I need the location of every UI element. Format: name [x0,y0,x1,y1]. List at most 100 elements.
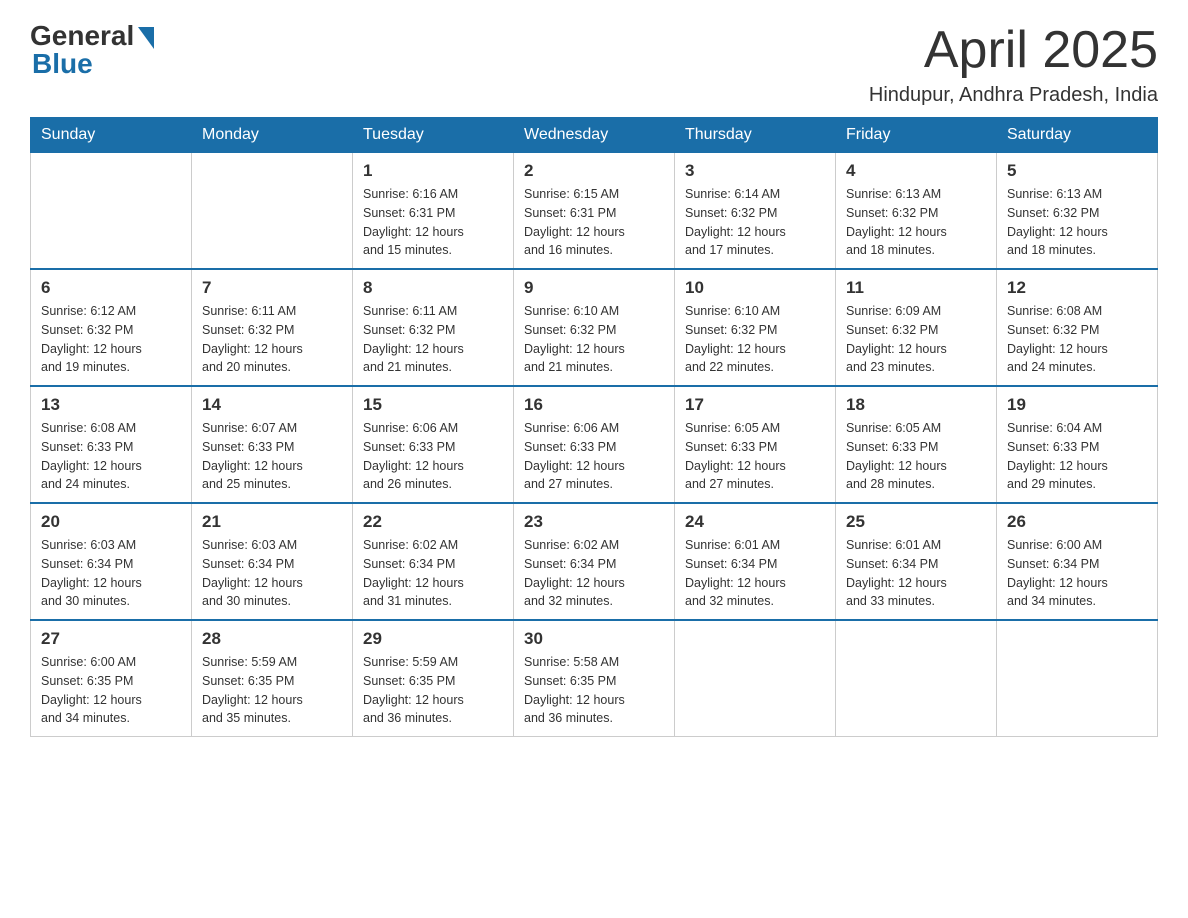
day-number: 7 [202,278,342,298]
day-number: 2 [524,161,664,181]
table-row: 28Sunrise: 5:59 AM Sunset: 6:35 PM Dayli… [192,620,353,737]
day-number: 4 [846,161,986,181]
calendar-week-row: 13 Sunrise: 6:08 AM Sunset: 6:33 PM Dayli… [31,386,1158,503]
table-row: 16 Sunrise: 6:06 AM Sunset: 6:33 PM Dayli… [514,386,675,503]
col-sunday: Sunday [31,118,192,153]
day-info: Sunrise: 6:12 AM Sunset: 6:32 PM Dayligh… [41,302,181,377]
day-number: 1 [363,161,503,181]
table-row: 3 Sunrise: 6:14 AM Sunset: 6:32 PM Daylig… [675,153,836,270]
table-row [31,153,192,270]
table-row: 21Sunrise: 6:03 AM Sunset: 6:34 PM Dayli… [192,503,353,620]
table-row: 19 Sunrise: 6:04 AM Sunset: 6:33 PM Dayli… [997,386,1158,503]
table-row: 30Sunrise: 5:58 AM Sunset: 6:35 PM Dayli… [514,620,675,737]
day-info: Sunrise: 6:04 AM Sunset: 6:33 PM Dayligh… [1007,419,1147,494]
day-info: Sunrise: 5:59 AM Sunset: 6:35 PM Dayligh… [363,653,503,728]
table-row: 2 Sunrise: 6:15 AM Sunset: 6:31 PM Daylig… [514,153,675,270]
month-year-title: April 2025 [869,20,1158,80]
title-section: April 2025 Hindupur, Andhra Pradesh, Ind… [869,20,1158,107]
day-info: Sunrise: 6:05 AM Sunset: 6:33 PM Dayligh… [846,419,986,494]
day-info: Sunrise: 6:10 AM Sunset: 6:32 PM Dayligh… [524,302,664,377]
day-number: 28 [202,629,342,649]
table-row: 22 Sunrise: 6:02 AM Sunset: 6:34 PM Dayli… [353,503,514,620]
day-number: 19 [1007,395,1147,415]
table-row: 15 Sunrise: 6:06 AM Sunset: 6:33 PM Dayli… [353,386,514,503]
table-row: 10 Sunrise: 6:10 AM Sunset: 6:32 PM Dayli… [675,269,836,386]
day-number: 24 [685,512,825,532]
calendar-header-row: Sunday Monday Tuesday Wednesday Thursday… [31,118,1158,153]
day-info: Sunrise: 6:03 AM Sunset: 6:34 PM Dayligh… [202,536,342,611]
day-number: 8 [363,278,503,298]
table-row: 26 Sunrise: 6:00 AM Sunset: 6:34 PM Dayli… [997,503,1158,620]
table-row: 20 Sunrise: 6:03 AM Sunset: 6:34 PM Dayli… [31,503,192,620]
calendar-table: Sunday Monday Tuesday Wednesday Thursday… [30,117,1158,737]
location-title: Hindupur, Andhra Pradesh, India [869,84,1158,107]
day-info: Sunrise: 6:06 AM Sunset: 6:33 PM Dayligh… [524,419,664,494]
day-info: Sunrise: 6:16 AM Sunset: 6:31 PM Dayligh… [363,185,503,260]
day-number: 29 [363,629,503,649]
day-info: Sunrise: 6:08 AM Sunset: 6:32 PM Dayligh… [1007,302,1147,377]
calendar-week-row: 27 Sunrise: 6:00 AM Sunset: 6:35 PM Dayli… [31,620,1158,737]
day-info: Sunrise: 6:06 AM Sunset: 6:33 PM Dayligh… [363,419,503,494]
day-info: Sunrise: 6:05 AM Sunset: 6:33 PM Dayligh… [685,419,825,494]
col-thursday: Thursday [675,118,836,153]
col-wednesday: Wednesday [514,118,675,153]
day-number: 16 [524,395,664,415]
logo: General Blue [30,20,154,80]
table-row: 14Sunrise: 6:07 AM Sunset: 6:33 PM Dayli… [192,386,353,503]
day-info: Sunrise: 6:07 AM Sunset: 6:33 PM Dayligh… [202,419,342,494]
day-info: Sunrise: 6:10 AM Sunset: 6:32 PM Dayligh… [685,302,825,377]
day-number: 23 [524,512,664,532]
day-info: Sunrise: 6:09 AM Sunset: 6:32 PM Dayligh… [846,302,986,377]
day-info: Sunrise: 6:08 AM Sunset: 6:33 PM Dayligh… [41,419,181,494]
day-info: Sunrise: 6:00 AM Sunset: 6:34 PM Dayligh… [1007,536,1147,611]
day-info: Sunrise: 6:02 AM Sunset: 6:34 PM Dayligh… [363,536,503,611]
day-info: Sunrise: 6:03 AM Sunset: 6:34 PM Dayligh… [41,536,181,611]
day-info: Sunrise: 6:14 AM Sunset: 6:32 PM Dayligh… [685,185,825,260]
day-number: 26 [1007,512,1147,532]
table-row: 4Sunrise: 6:13 AM Sunset: 6:32 PM Daylig… [836,153,997,270]
table-row: 13 Sunrise: 6:08 AM Sunset: 6:33 PM Dayli… [31,386,192,503]
calendar-week-row: 6Sunrise: 6:12 AM Sunset: 6:32 PM Daylig… [31,269,1158,386]
day-number: 5 [1007,161,1147,181]
day-number: 15 [363,395,503,415]
table-row: 7Sunrise: 6:11 AM Sunset: 6:32 PM Daylig… [192,269,353,386]
calendar-week-row: 20 Sunrise: 6:03 AM Sunset: 6:34 PM Dayli… [31,503,1158,620]
table-row: 5Sunrise: 6:13 AM Sunset: 6:32 PM Daylig… [997,153,1158,270]
day-info: Sunrise: 6:01 AM Sunset: 6:34 PM Dayligh… [685,536,825,611]
table-row: 25Sunrise: 6:01 AM Sunset: 6:34 PM Dayli… [836,503,997,620]
table-row: 27 Sunrise: 6:00 AM Sunset: 6:35 PM Dayli… [31,620,192,737]
day-number: 18 [846,395,986,415]
table-row [836,620,997,737]
day-number: 9 [524,278,664,298]
day-number: 13 [41,395,181,415]
col-friday: Friday [836,118,997,153]
day-info: Sunrise: 6:00 AM Sunset: 6:35 PM Dayligh… [41,653,181,728]
table-row: 8 Sunrise: 6:11 AM Sunset: 6:32 PM Daylig… [353,269,514,386]
day-number: 30 [524,629,664,649]
table-row: 11 Sunrise: 6:09 AM Sunset: 6:32 PM Dayli… [836,269,997,386]
table-row: 9 Sunrise: 6:10 AM Sunset: 6:32 PM Daylig… [514,269,675,386]
logo-arrow-icon [138,27,154,49]
table-row: 12 Sunrise: 6:08 AM Sunset: 6:32 PM Dayli… [997,269,1158,386]
day-number: 10 [685,278,825,298]
logo-blue-text: Blue [32,48,93,80]
day-info: Sunrise: 6:01 AM Sunset: 6:34 PM Dayligh… [846,536,986,611]
day-number: 3 [685,161,825,181]
table-row: 18 Sunrise: 6:05 AM Sunset: 6:33 PM Dayli… [836,386,997,503]
table-row: 17 Sunrise: 6:05 AM Sunset: 6:33 PM Dayli… [675,386,836,503]
table-row: 24 Sunrise: 6:01 AM Sunset: 6:34 PM Dayli… [675,503,836,620]
day-info: Sunrise: 6:15 AM Sunset: 6:31 PM Dayligh… [524,185,664,260]
day-number: 20 [41,512,181,532]
day-number: 27 [41,629,181,649]
table-row: 6Sunrise: 6:12 AM Sunset: 6:32 PM Daylig… [31,269,192,386]
day-info: Sunrise: 6:11 AM Sunset: 6:32 PM Dayligh… [363,302,503,377]
day-number: 11 [846,278,986,298]
day-number: 17 [685,395,825,415]
table-row [997,620,1158,737]
day-number: 12 [1007,278,1147,298]
table-row: 1 Sunrise: 6:16 AM Sunset: 6:31 PM Daylig… [353,153,514,270]
table-row [675,620,836,737]
day-number: 22 [363,512,503,532]
col-monday: Monday [192,118,353,153]
table-row: 23Sunrise: 6:02 AM Sunset: 6:34 PM Dayli… [514,503,675,620]
